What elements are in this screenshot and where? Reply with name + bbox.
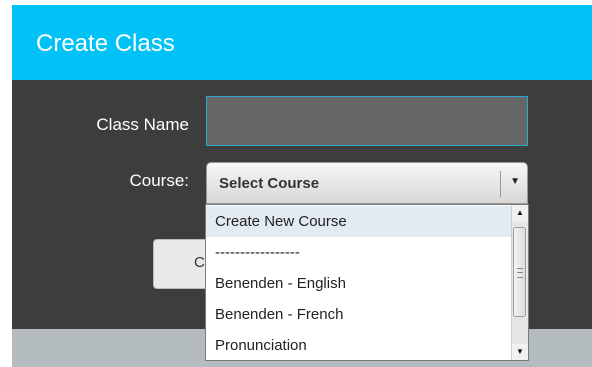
course-label: Course: [129,171,189,190]
course-select-value: Select Course [219,175,320,192]
course-dropdown-list[interactable]: Create New Course ----------------- Bene… [205,204,529,361]
course-option-benenden-french[interactable]: Benenden - French [206,299,511,330]
dialog-title: Create Class [36,30,175,57]
create-class-dialog: Create Class Class Name Course: Select C… [12,0,592,367]
create-button-label: C [194,254,205,271]
grip-icon [517,268,523,278]
chevron-down-icon[interactable]: ▼ [510,176,520,187]
select-divider [500,171,501,197]
arrow-down-icon[interactable]: ▼ [512,344,528,360]
course-select[interactable]: Select Course ▼ [206,162,528,204]
dropdown-scrollbar[interactable]: ▲ ▼ [511,205,528,360]
course-option-benenden-english[interactable]: Benenden - English [206,268,511,299]
arrow-up-icon[interactable]: ▲ [512,205,528,221]
dialog-header: Create Class [12,5,592,80]
class-name-input[interactable] [206,96,528,146]
course-option-separator[interactable]: ----------------- [206,237,511,268]
scrollbar-thumb[interactable] [513,227,526,317]
course-option-create-new[interactable]: Create New Course [206,206,511,237]
class-name-label: Class Name [96,115,189,134]
course-option-pronunciation[interactable]: Pronunciation [206,330,511,360]
